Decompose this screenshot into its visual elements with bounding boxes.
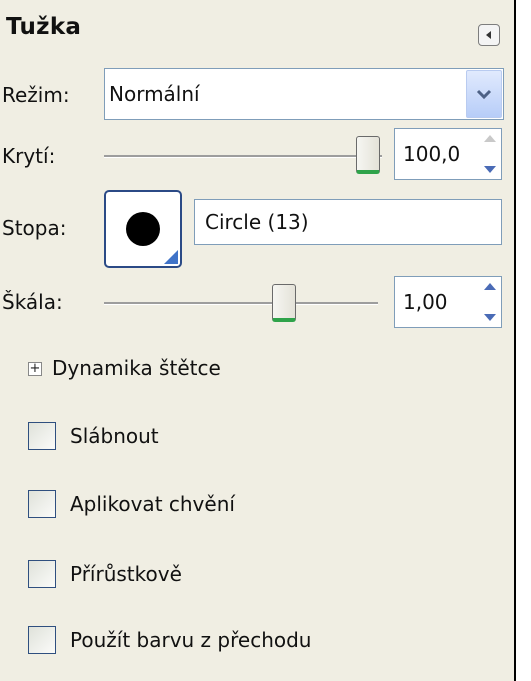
checkbox-fade[interactable] [28, 422, 56, 450]
spin-arrows-icon[interactable] [481, 132, 499, 176]
brush-preview-icon [126, 212, 160, 246]
tool-options-panel: Tužka Režim: Normální Krytí: 100,0 Stopa… [0, 0, 516, 681]
checkbox-gradient-color-label[interactable]: Použít barvu z přechodu [70, 628, 311, 652]
collapse-button[interactable] [478, 24, 500, 46]
checkbox-incremental[interactable] [28, 560, 56, 588]
opacity-label: Krytí: [2, 144, 56, 168]
checkbox-fade-label[interactable]: Slábnout [70, 424, 159, 448]
chevron-down-icon [476, 89, 492, 100]
scale-value: 1,00 [403, 290, 448, 314]
brush-menu-corner-icon [164, 250, 178, 264]
opacity-slider-track[interactable] [104, 155, 382, 158]
opacity-spinbox[interactable]: 100,0 [394, 128, 502, 180]
scale-spinbox[interactable]: 1,00 [394, 276, 502, 328]
mode-dropdown-button[interactable] [466, 70, 502, 118]
triangle-left-icon [486, 31, 491, 39]
checkbox-jitter-label[interactable]: Aplikovat chvění [70, 492, 235, 516]
mode-value: Normální [109, 82, 200, 106]
opacity-value: 100,0 [403, 142, 461, 166]
opacity-slider-handle[interactable] [356, 136, 380, 174]
mode-label: Režim: [2, 83, 70, 107]
brush-name: Circle (13) [205, 210, 309, 234]
mode-select[interactable]: Normální [104, 68, 504, 120]
scale-slider-handle[interactable] [272, 284, 296, 322]
checkbox-gradient-color[interactable] [28, 626, 56, 654]
scale-label: Škála: [2, 290, 63, 314]
spin-arrows-icon[interactable] [481, 280, 499, 324]
checkbox-jitter[interactable] [28, 490, 56, 518]
brush-label: Stopa: [2, 216, 67, 240]
brush-name-field[interactable]: Circle (13) [194, 199, 502, 245]
expand-plus-icon[interactable]: + [28, 362, 42, 376]
scale-slider-track[interactable] [104, 302, 378, 305]
dynamics-expander-label[interactable]: Dynamika štětce [52, 356, 221, 380]
brush-picker-button[interactable] [104, 190, 182, 268]
checkbox-incremental-label[interactable]: Přírůstkově [70, 562, 182, 586]
panel-title: Tužka [6, 14, 82, 40]
